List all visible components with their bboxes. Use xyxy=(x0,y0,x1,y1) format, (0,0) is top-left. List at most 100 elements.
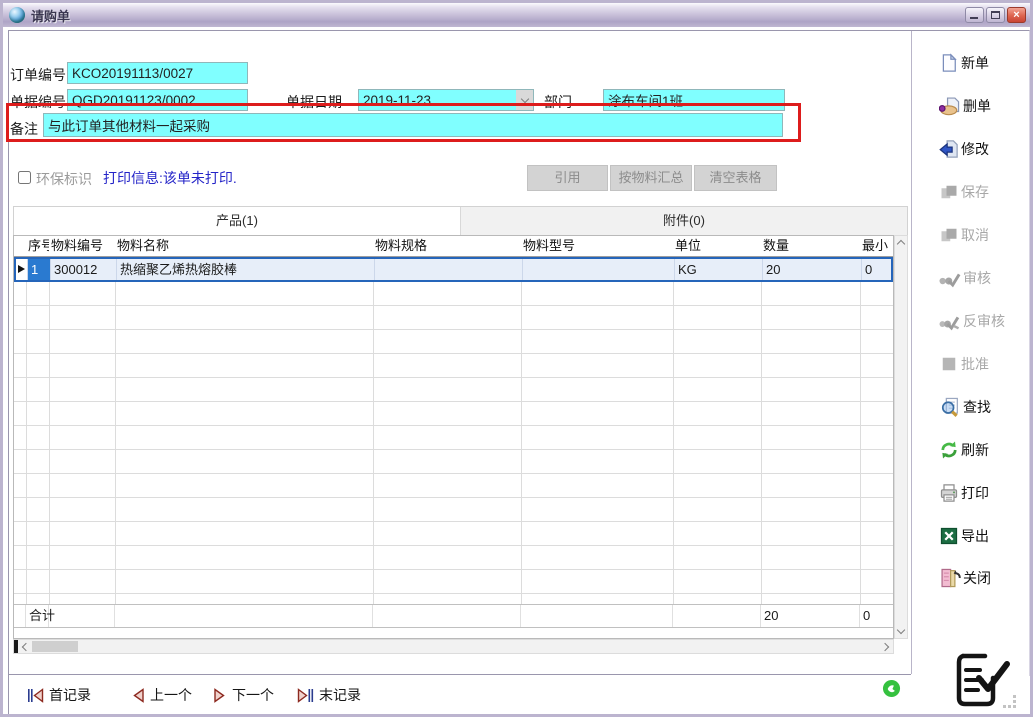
app-globe-icon xyxy=(9,7,25,23)
eco-flag-checkbox[interactable] xyxy=(18,171,31,184)
total-selector-cell xyxy=(14,605,26,627)
department-label: 部门 xyxy=(544,92,572,112)
statusbar-divider xyxy=(9,674,911,675)
col-qty: 数量 xyxy=(761,236,860,256)
horizontal-scroll-thumb[interactable] xyxy=(32,641,78,652)
delete-doc-icon xyxy=(939,96,961,116)
approve-button[interactable]: 批准 xyxy=(939,352,1033,376)
total-qty: 20 xyxy=(761,605,860,627)
new-doc-button[interactable]: 新单 xyxy=(939,51,1033,75)
cell-qty[interactable]: 20 xyxy=(763,259,862,280)
cell-unit[interactable]: KG xyxy=(675,259,763,280)
cell-material-spec[interactable] xyxy=(375,259,523,280)
refresh-button[interactable]: 刷新 xyxy=(939,438,1033,462)
col-unit: 单位 xyxy=(673,236,761,256)
chevron-down-icon xyxy=(897,626,905,634)
next-record-button[interactable]: 下一个 xyxy=(213,684,274,706)
quote-button[interactable]: 引用 xyxy=(527,165,608,191)
audit-button[interactable]: 审核 xyxy=(939,266,1033,290)
record-navigation-bar: 首记录 上一个 下一个 末记录 xyxy=(9,676,1030,714)
department-field[interactable] xyxy=(603,89,785,111)
status-ok-icon[interactable] xyxy=(882,679,901,698)
minimize-button[interactable] xyxy=(965,7,984,23)
chevron-right-icon xyxy=(881,642,889,650)
close-button[interactable]: × xyxy=(1007,7,1026,23)
current-row-marker-icon xyxy=(18,265,25,273)
cell-material-name[interactable]: 热缩聚乙烯热熔胶棒 xyxy=(117,259,375,280)
resize-grip[interactable] xyxy=(1002,694,1016,708)
delete-doc-button[interactable]: 删单 xyxy=(939,94,1033,118)
first-record-button[interactable]: 首记录 xyxy=(27,684,91,706)
cell-material-model[interactable] xyxy=(523,259,675,280)
items-grid: 序号 物料编号 物料名称 物料规格 物料型号 单位 数量 最小 1 300012… xyxy=(13,235,894,639)
remark-field[interactable] xyxy=(43,113,783,137)
scroll-left-button[interactable] xyxy=(18,640,32,653)
tab-products[interactable]: 产品(1) xyxy=(14,207,460,235)
chevron-left-icon xyxy=(22,642,30,650)
cancel-button[interactable]: 取消 xyxy=(939,223,1033,247)
close-door-icon xyxy=(939,567,961,589)
col-min: 最小 xyxy=(860,236,893,256)
eco-flag-label: 环保标识 xyxy=(36,169,92,189)
last-record-button[interactable]: 末记录 xyxy=(297,684,361,706)
doc-no-field[interactable] xyxy=(67,89,248,111)
summarize-by-material-button[interactable]: 按物料汇总 xyxy=(610,165,692,191)
print-icon xyxy=(939,483,959,503)
cell-material-code[interactable]: 300012 xyxy=(51,259,117,280)
chevron-down-icon xyxy=(520,94,528,102)
vertical-scrollbar[interactable] xyxy=(894,235,908,639)
find-button[interactable]: 查找 xyxy=(939,395,1033,419)
row-selector-cell xyxy=(16,259,28,280)
maximize-button[interactable] xyxy=(986,7,1005,23)
order-no-label: 订单编号 xyxy=(10,65,66,85)
cell-min[interactable]: 0 xyxy=(862,259,891,280)
total-min: 0 xyxy=(860,605,893,627)
previous-record-button[interactable]: 上一个 xyxy=(131,684,192,706)
doc-date-dropdown-button[interactable] xyxy=(516,90,533,110)
modify-button[interactable]: 修改 xyxy=(939,137,1033,161)
scroll-right-button[interactable] xyxy=(879,640,893,653)
col-material-name: 物料名称 xyxy=(115,236,373,256)
print-info-text: 打印信息:该单未打印. xyxy=(103,168,237,188)
tab-bar: 产品(1) 附件(0) xyxy=(13,206,908,235)
doc-date-field[interactable] xyxy=(358,89,534,111)
export-button[interactable]: 导出 xyxy=(939,524,1033,548)
table-empty-area xyxy=(14,282,893,604)
tab-attachments[interactable]: 附件(0) xyxy=(460,207,907,235)
minimize-icon xyxy=(970,17,978,19)
table-header-row: 序号 物料编号 物料名称 物料规格 物料型号 单位 数量 最小 xyxy=(14,236,893,257)
next-record-icon xyxy=(213,688,227,703)
unaudit-button[interactable]: 反审核 xyxy=(939,309,1033,333)
scroll-up-button[interactable] xyxy=(895,236,907,249)
audit-icon xyxy=(939,268,961,288)
cancel-icon xyxy=(939,225,959,245)
order-no-field[interactable] xyxy=(67,62,248,84)
items-table: 序号 物料编号 物料名称 物料规格 物料型号 单位 数量 最小 1 300012… xyxy=(13,235,908,654)
approve-icon xyxy=(939,354,959,374)
window-controls: × xyxy=(965,7,1026,23)
first-record-icon xyxy=(27,688,44,703)
doc-date-label: 单据日期 xyxy=(286,92,342,112)
table-row[interactable]: 1 300012 热缩聚乙烯热熔胶棒 KG 20 0 xyxy=(14,257,893,282)
close-window-button[interactable]: 关闭 xyxy=(939,566,1033,590)
row-selector-header xyxy=(14,236,26,256)
window-title: 请购单 xyxy=(31,6,70,25)
cell-seq[interactable]: 1 xyxy=(28,259,51,280)
col-material-spec: 物料规格 xyxy=(373,236,521,256)
clear-table-button[interactable]: 清空表格 xyxy=(694,165,777,191)
app-window: 请购单 × 订单编号 单据编号 单据日期 部门 备注 环保标识 打印信息:该单未… xyxy=(0,0,1033,717)
table-total-row: 合计 20 0 xyxy=(14,604,893,628)
save-icon xyxy=(939,182,959,202)
refresh-icon xyxy=(939,440,959,460)
unaudit-icon xyxy=(939,311,961,331)
print-button[interactable]: 打印 xyxy=(939,481,1033,505)
horizontal-scrollbar[interactable] xyxy=(13,639,894,654)
doc-no-label: 单据编号 xyxy=(10,92,66,112)
last-record-icon xyxy=(297,688,314,703)
export-excel-icon xyxy=(939,526,959,546)
maximize-icon xyxy=(991,11,1000,19)
scroll-down-button[interactable] xyxy=(895,625,907,638)
col-seq: 序号 xyxy=(26,236,49,256)
save-button[interactable]: 保存 xyxy=(939,180,1033,204)
col-material-model: 物料型号 xyxy=(521,236,673,256)
